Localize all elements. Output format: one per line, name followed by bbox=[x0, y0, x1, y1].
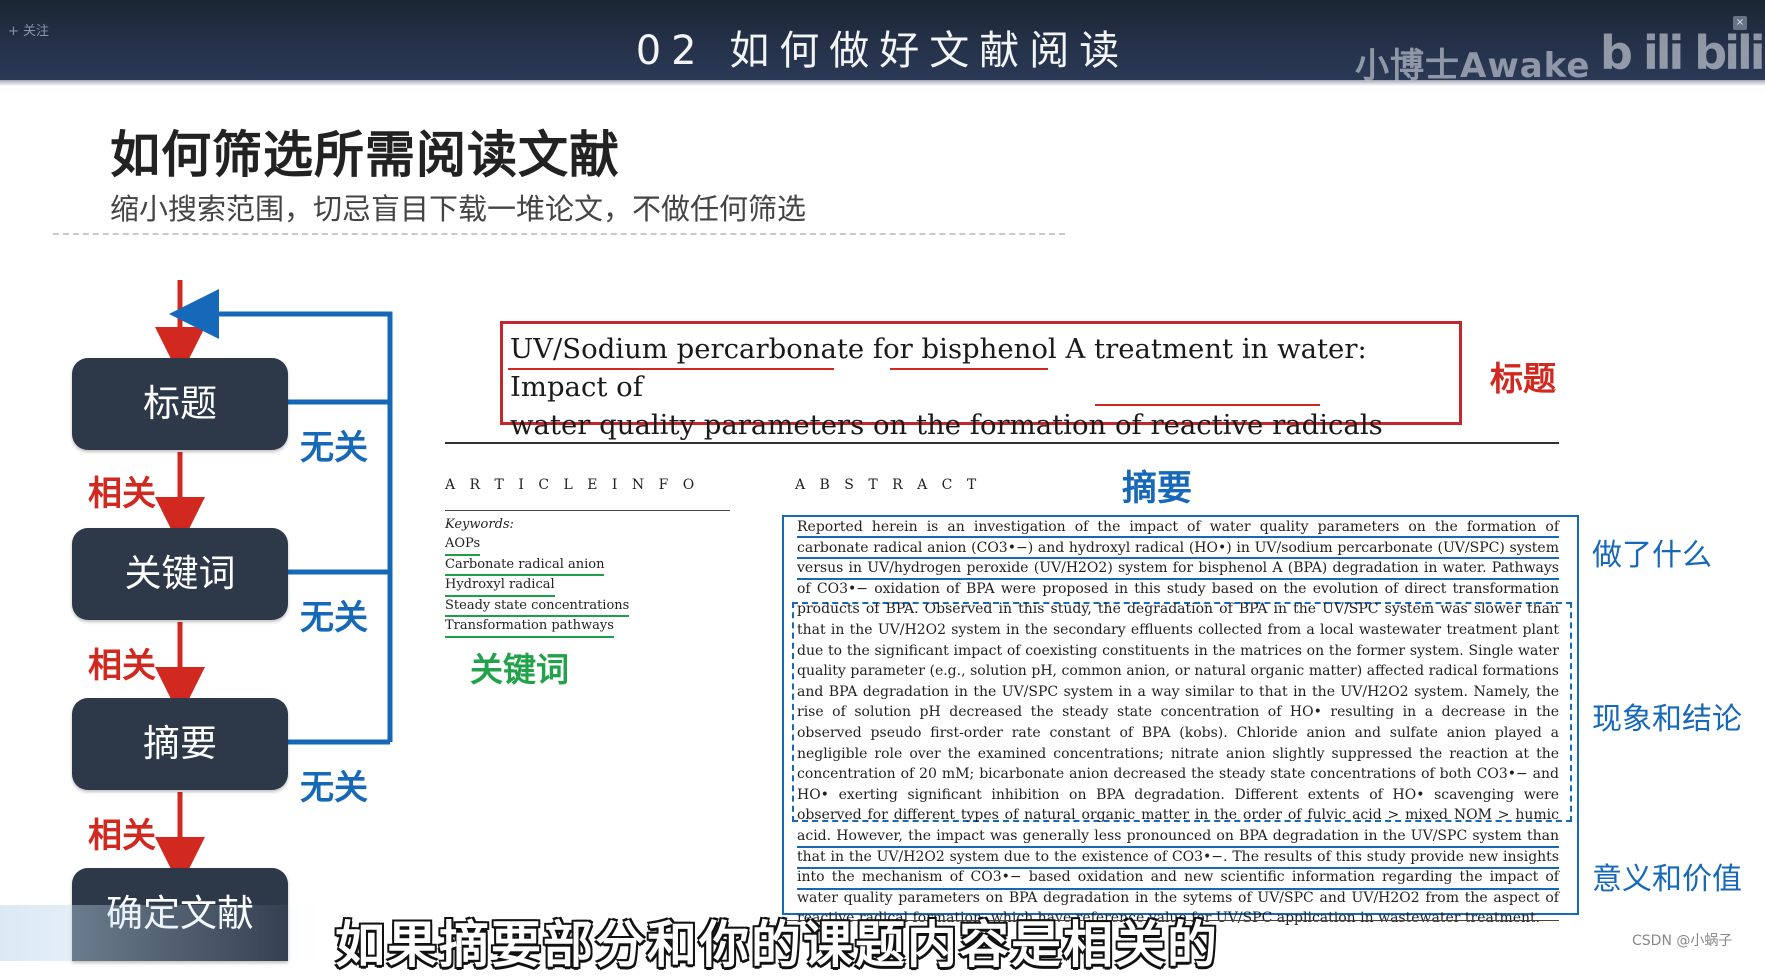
related-label: 相关 bbox=[88, 646, 156, 686]
title-term-underline bbox=[508, 368, 834, 370]
unrelated-label: 无关 bbox=[300, 768, 368, 808]
article-separator bbox=[445, 442, 1559, 444]
abstract-findings: this study, the degradation of BPA in th… bbox=[797, 601, 1559, 865]
related-label: 相关 bbox=[88, 474, 156, 514]
abstract-underline bbox=[797, 867, 1559, 869]
keyword-item: Carbonate radical anion bbox=[445, 556, 605, 576]
keywords-list: Keywords: AOPs Carbonate radical anion H… bbox=[445, 515, 630, 638]
annotation-what-was-done: 做了什么 bbox=[1592, 538, 1712, 573]
annotation-significance: 意义和价值 bbox=[1592, 862, 1742, 897]
abstract-underline bbox=[797, 578, 1559, 580]
title-term-underline bbox=[890, 368, 1048, 370]
abstract-heading: A B S T R A C T bbox=[795, 477, 982, 493]
abstract-annotation-label: 摘要 bbox=[1122, 469, 1193, 509]
flow-step-abstract: 摘要 bbox=[72, 698, 288, 790]
article-info-heading: A R T I C L E I N F O bbox=[445, 477, 700, 493]
flow-step-keywords: 关键词 bbox=[72, 528, 288, 620]
abstract-underline bbox=[797, 846, 1559, 848]
keyword-item: Hydroxyl radical bbox=[445, 576, 555, 597]
unrelated-label: 无关 bbox=[300, 428, 368, 468]
keywords-annotation-label: 关键词 bbox=[470, 650, 569, 689]
article-info-rule bbox=[445, 510, 730, 511]
unrelated-label: 无关 bbox=[300, 598, 368, 638]
related-label: 相关 bbox=[88, 816, 156, 856]
abstract-underline bbox=[797, 888, 1559, 890]
article-title: UV/Sodium percarbonate for bisphenol A t… bbox=[510, 330, 1455, 444]
title-annotation-label: 标题 bbox=[1490, 359, 1556, 398]
csdn-credit: CSDN @小蜗子 bbox=[1632, 933, 1733, 949]
keyword-item: Steady state concentrations bbox=[445, 597, 630, 617]
flow-step-title: 标题 bbox=[72, 358, 288, 450]
annotation-findings: 现象和结论 bbox=[1592, 702, 1742, 737]
keyword-item: Transformation pathways bbox=[445, 617, 614, 638]
abstract-underline bbox=[797, 557, 1559, 559]
keywords-heading: Keywords: bbox=[445, 517, 514, 532]
decorative-wave bbox=[0, 905, 320, 961]
video-subtitle-caption: 如果摘要部分和你的课题内容是相关的 bbox=[335, 916, 1219, 974]
article-title-line-2: water quality parameters on the formatio… bbox=[510, 409, 1383, 441]
keyword-item: AOPs bbox=[445, 535, 481, 556]
title-term-underline bbox=[1095, 404, 1320, 406]
abstract-underline bbox=[797, 536, 1559, 538]
